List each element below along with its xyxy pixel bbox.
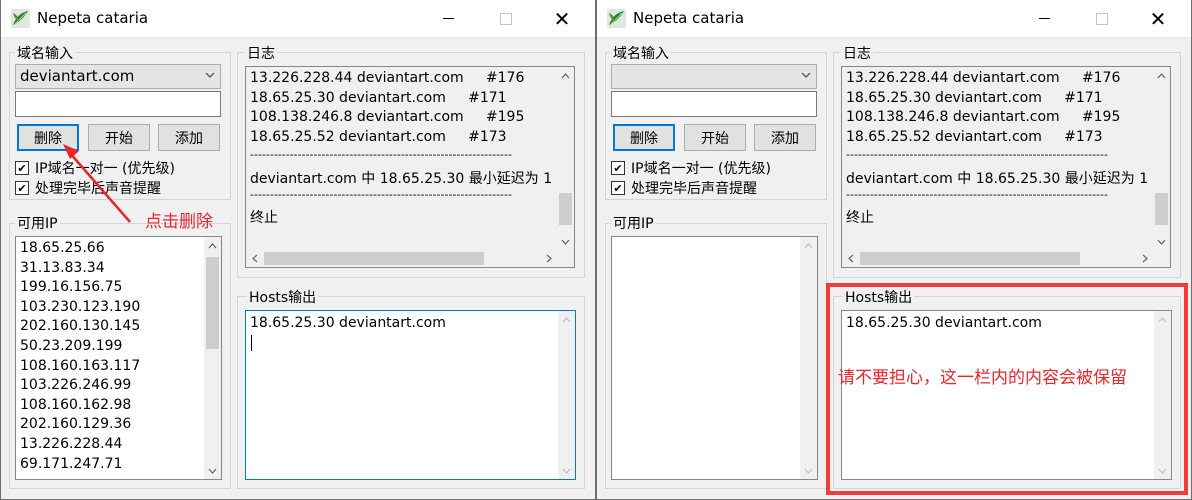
annotation-highlight-box [826, 283, 1188, 495]
annotation-click-delete: 点击删除 [145, 212, 213, 232]
annotation-content-kept: 请不要担心，这一栏内的内容会被保留 [838, 368, 1127, 388]
